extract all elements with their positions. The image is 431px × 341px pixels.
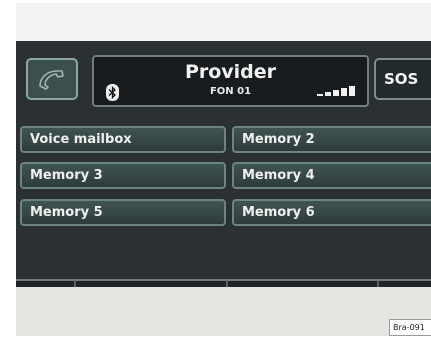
bluetooth-icon	[106, 84, 119, 101]
memory-2-button[interactable]: Memory 2	[232, 126, 431, 153]
phone-screen: Provider FON 01 SOS Voice mailbox Memory…	[16, 41, 431, 321]
memory-3-button[interactable]: Memory 3	[20, 162, 226, 189]
memory-6-button[interactable]: Memory 6	[232, 199, 431, 226]
memory-4-button[interactable]: Memory 4	[232, 162, 431, 189]
screen-frame: Provider FON 01 SOS Voice mailbox Memory…	[16, 3, 431, 336]
bottom-band	[16, 287, 431, 336]
voice-mailbox-button[interactable]: Voice mailbox	[20, 126, 226, 153]
provider-display: Provider FON 01	[92, 55, 369, 107]
sos-button[interactable]: SOS	[374, 58, 431, 100]
top-band	[16, 3, 431, 41]
memory-5-button[interactable]: Memory 5	[20, 199, 226, 226]
handset-icon	[39, 70, 64, 90]
figure-reference: Bra-091	[389, 319, 431, 336]
provider-name: Provider	[184, 61, 277, 83]
signal-strength-icon	[317, 86, 355, 96]
phone-button[interactable]	[26, 58, 78, 100]
